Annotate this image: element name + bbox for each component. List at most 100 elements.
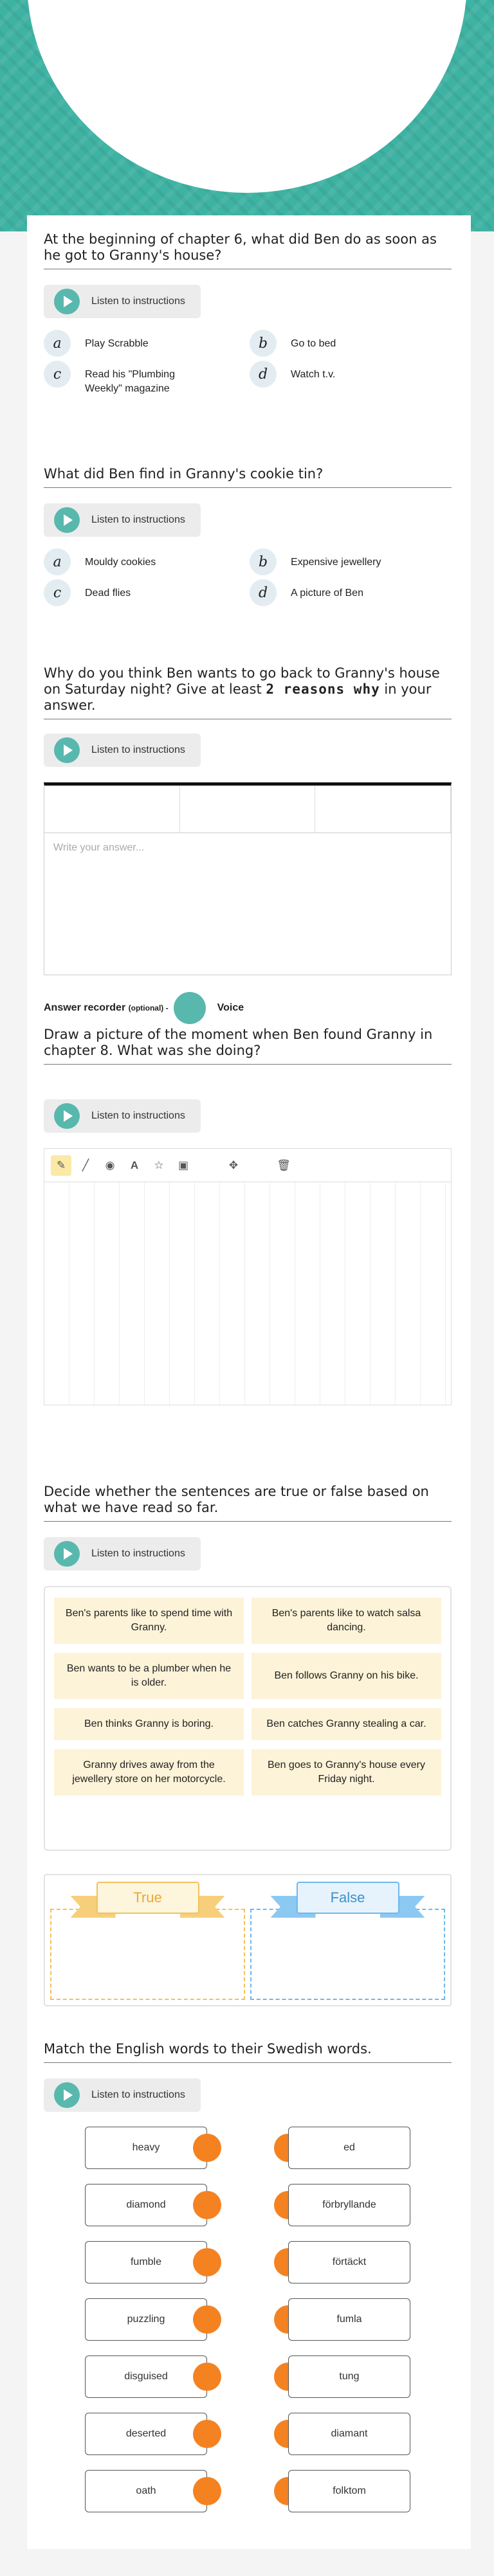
true-false-buckets: True False: [44, 1874, 452, 2006]
sort-card[interactable]: Ben goes to Granny's house every Friday …: [252, 1749, 441, 1796]
listen-label: Listen to instructions: [91, 296, 185, 307]
connector-dot-left[interactable]: [193, 2248, 221, 2276]
voice-label: Voice: [217, 1002, 244, 1013]
connector-dot-left[interactable]: [193, 2191, 221, 2219]
option-b[interactable]: b Expensive jewellery: [250, 548, 443, 575]
question-5: Decide whether the sentences are true or…: [44, 1484, 452, 2006]
listen-button[interactable]: Listen to instructions: [44, 2078, 201, 2112]
english-word[interactable]: puzzling: [85, 2298, 207, 2341]
toolbar-cell[interactable]: [315, 786, 452, 833]
option-letter: d: [250, 361, 277, 388]
title-emphasis: 2 reasons why: [266, 681, 380, 697]
toolbar-cell[interactable]: [180, 786, 316, 833]
option-b[interactable]: b Go to bed: [250, 330, 443, 357]
option-letter: b: [250, 548, 277, 575]
listen-label: Listen to instructions: [91, 744, 185, 755]
question-1: At the beginning of chapter 6, what did …: [44, 231, 452, 396]
sort-card[interactable]: Granny drives away from the jewellery st…: [54, 1749, 244, 1796]
play-icon: [54, 737, 80, 763]
swedish-word[interactable]: diamant: [288, 2413, 410, 2455]
listen-label: Listen to instructions: [91, 514, 185, 525]
match-row: puzzling fumla: [85, 2298, 410, 2341]
sort-card[interactable]: Ben catches Granny stealing a car.: [252, 1708, 441, 1740]
question-title: Why do you think Ben wants to go back to…: [44, 665, 452, 719]
connector-dot-left[interactable]: [193, 2305, 221, 2334]
match-row: disguised tung: [85, 2355, 410, 2398]
question-4: Draw a picture of the moment when Ben fo…: [44, 1027, 452, 1405]
english-word[interactable]: oath: [85, 2470, 207, 2512]
false-label: False: [296, 1882, 399, 1914]
option-text: Mouldy cookies: [85, 557, 156, 568]
drawing-canvas[interactable]: ✎ ╱ ◉ A ☆ ▣ ✥ 🗑: [44, 1148, 452, 1405]
swedish-word[interactable]: ed: [288, 2127, 410, 2169]
option-text: A picture of Ben: [291, 588, 363, 599]
listen-button[interactable]: Listen to instructions: [44, 285, 201, 318]
sort-card[interactable]: Ben's parents like to watch salsa dancin…: [252, 1598, 441, 1644]
swedish-word[interactable]: förbryllande: [288, 2184, 410, 2226]
sort-card[interactable]: Ben wants to be a plumber when he is old…: [54, 1653, 244, 1699]
move-icon[interactable]: ✥: [223, 1155, 244, 1176]
listen-button[interactable]: Listen to instructions: [44, 734, 201, 767]
sort-card[interactable]: Ben thinks Granny is boring.: [54, 1708, 244, 1740]
image-icon[interactable]: ▣: [173, 1155, 194, 1176]
trash-icon[interactable]: 🗑: [273, 1155, 294, 1176]
sort-card[interactable]: Ben follows Granny on his bike.: [252, 1653, 441, 1699]
true-label: True: [96, 1882, 199, 1914]
play-icon: [54, 507, 80, 533]
option-d[interactable]: d A picture of Ben: [250, 579, 443, 606]
swedish-word[interactable]: tung: [288, 2355, 410, 2398]
option-letter: a: [44, 330, 71, 357]
play-icon: [54, 1541, 80, 1567]
listen-button[interactable]: Listen to instructions: [44, 1537, 201, 1571]
swedish-word[interactable]: folktom: [288, 2470, 410, 2512]
match-row: heavy ed: [85, 2127, 410, 2169]
english-word[interactable]: diamond: [85, 2184, 207, 2226]
option-c[interactable]: c Dead flies: [44, 579, 250, 606]
record-button[interactable]: [173, 992, 206, 1024]
option-text: Go to bed: [291, 338, 336, 349]
match-row: deserted diamant: [85, 2413, 410, 2455]
question-2: What did Ben find in Granny's cookie tin…: [44, 466, 452, 606]
question-6: Match the English words to their Swedish…: [44, 2041, 452, 2112]
toolbar-cell[interactable]: [44, 786, 180, 833]
pencil-icon[interactable]: ✎: [51, 1155, 71, 1176]
play-icon: [54, 2082, 80, 2108]
option-d[interactable]: d Watch t.v.: [250, 361, 443, 396]
option-a[interactable]: a Mouldy cookies: [44, 548, 250, 575]
question-title: Decide whether the sentences are true or…: [44, 1484, 452, 1522]
drawing-toolbar: ✎ ╱ ◉ A ☆ ▣ ✥ 🗑: [44, 1149, 451, 1182]
answer-textarea[interactable]: Write your answer...: [44, 833, 452, 975]
star-icon[interactable]: ☆: [149, 1155, 169, 1176]
pen-icon[interactable]: ╱: [75, 1155, 96, 1176]
connector-dot-left[interactable]: [193, 2363, 221, 2391]
connector-dot-left[interactable]: [193, 2420, 221, 2448]
header-banner: [0, 0, 494, 231]
connector-dot-left[interactable]: [193, 2134, 221, 2162]
swedish-word[interactable]: fumla: [288, 2298, 410, 2341]
connector-dot-left[interactable]: [193, 2477, 221, 2505]
option-c[interactable]: c Read his "Plumbing Weekly" magazine: [44, 361, 250, 396]
false-ribbon: False: [270, 1882, 425, 1918]
match-row: diamond förbryllande: [85, 2184, 410, 2226]
swedish-word[interactable]: förtäckt: [288, 2241, 410, 2283]
false-dropzone[interactable]: False: [250, 1882, 445, 2000]
color-wheel-icon[interactable]: ◉: [100, 1155, 120, 1176]
english-word[interactable]: heavy: [85, 2127, 207, 2169]
english-word[interactable]: deserted: [85, 2413, 207, 2455]
listen-label: Listen to instructions: [91, 1548, 185, 1559]
option-letter: d: [250, 579, 277, 606]
listen-button[interactable]: Listen to instructions: [44, 1099, 201, 1133]
text-icon[interactable]: A: [124, 1155, 145, 1176]
english-word[interactable]: fumble: [85, 2241, 207, 2283]
question-title: Match the English words to their Swedish…: [44, 2041, 452, 2063]
true-dropzone[interactable]: True: [50, 1882, 245, 2000]
option-a[interactable]: a Play Scrabble: [44, 330, 250, 357]
option-text: Read his "Plumbing Weekly" magazine: [85, 369, 175, 394]
option-letter: c: [44, 361, 71, 388]
english-word[interactable]: disguised: [85, 2355, 207, 2398]
sort-card[interactable]: Ben's parents like to spend time with Gr…: [54, 1598, 244, 1644]
option-letter: a: [44, 548, 71, 575]
question-3: Why do you think Ben wants to go back to…: [44, 665, 452, 1024]
listen-button[interactable]: Listen to instructions: [44, 503, 201, 537]
listen-label: Listen to instructions: [91, 2089, 185, 2100]
